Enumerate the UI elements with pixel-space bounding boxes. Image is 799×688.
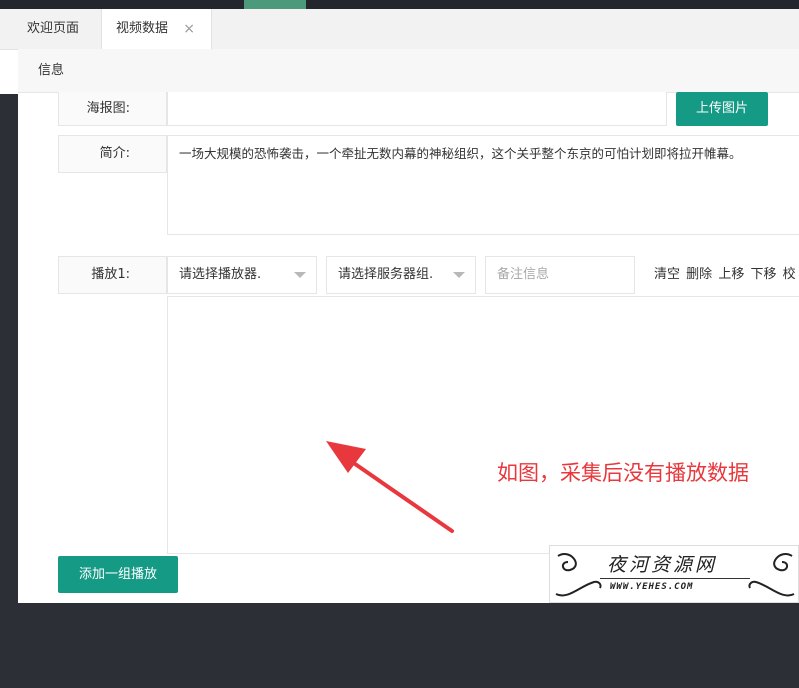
watermark-url: WWW.YEHES.COM [610,582,694,592]
add-play-group-button[interactable]: 添加一组播放 [58,556,178,593]
watermark-title: 夜河资源网 [607,554,718,576]
left-sidebar-edge [0,94,18,688]
top-header-bar [0,0,799,9]
annotation-arrow [326,441,454,533]
watermark-logo: 夜河资源网 WWW.YEHES.COM [549,545,799,603]
annotation-text: 如图，采集后没有播放数据 [497,461,749,485]
watermark-divider [600,578,750,579]
header-active-indicator [244,0,306,9]
content-frame: 欢迎页面 视频数据 × 信息 海报图: 上传图片 简介: 一场大规模的恐怖袭击，… [0,9,799,603]
